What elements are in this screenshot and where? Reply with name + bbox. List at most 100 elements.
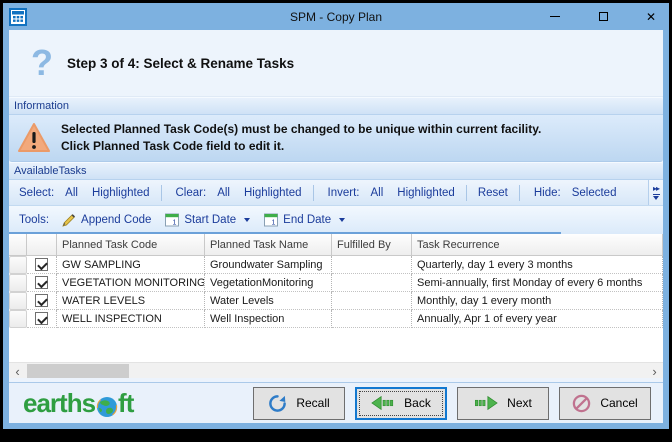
row-checkbox-cell[interactable]: [27, 274, 57, 292]
scroll-left-icon[interactable]: ‹: [9, 363, 26, 379]
row-checkbox-cell[interactable]: [27, 292, 57, 310]
cell-planned-task-code[interactable]: WATER LEVELS: [57, 292, 205, 310]
checkbox-checked-icon[interactable]: [35, 258, 48, 271]
globe-icon: [96, 394, 118, 417]
toolbar-separator: [518, 184, 520, 201]
info-line-2: Click Planned Task Code field to edit it…: [61, 139, 285, 153]
dialog-content: ? Step 3 of 4: Select & Rename Tasks Inf…: [9, 30, 663, 423]
start-date-button[interactable]: 1 Start Date: [165, 213, 251, 227]
overflow-chevrons-icon: ▸▸: [652, 184, 660, 193]
checkbox-checked-icon[interactable]: [35, 312, 48, 325]
information-group-header: Information: [9, 97, 663, 115]
row-selector[interactable]: [9, 310, 27, 328]
invert-all-button[interactable]: All: [370, 187, 383, 199]
toolbar-overflow-button[interactable]: ▸▸: [648, 180, 663, 205]
pencil-edit-icon: [62, 213, 76, 227]
select-all-button[interactable]: All: [65, 187, 78, 199]
append-code-button[interactable]: Append Code: [62, 213, 151, 227]
overflow-dropdown-icon: [652, 194, 660, 200]
next-label: Next: [507, 396, 532, 410]
back-arrow-icon: [371, 395, 394, 411]
cell-fulfilled-by: [332, 274, 412, 292]
cancel-button[interactable]: Cancel: [559, 386, 651, 420]
table-header-row: Planned Task Code Planned Task Name Fulf…: [9, 234, 663, 256]
table-row: VEGETATION MONITORING VegetationMonitori…: [9, 274, 663, 292]
cancel-label: Cancel: [600, 396, 638, 410]
column-header-name[interactable]: Planned Task Name: [205, 234, 332, 256]
hide-selected-button[interactable]: Selected: [572, 187, 617, 199]
toolbar-separator: [160, 184, 162, 201]
clear-all-button[interactable]: All: [217, 187, 230, 199]
logo-text-left: earths: [23, 387, 96, 418]
next-button[interactable]: Next: [457, 386, 549, 420]
select-label: Select:: [19, 186, 55, 199]
information-group: Information Selected Planned Task Code(s…: [9, 97, 663, 162]
spm-copy-plan-window: SPM - Copy Plan ✕ ? Step 3 of 4: Select …: [3, 3, 669, 429]
checkbox-column-header: [27, 234, 57, 256]
back-button[interactable]: Back: [355, 386, 447, 420]
cell-task-recurrence: Semi-annually, first Monday of every 6 m…: [412, 274, 663, 292]
available-tasks-table: Planned Task Code Planned Task Name Fulf…: [9, 234, 663, 362]
cell-fulfilled-by: [332, 292, 412, 310]
clear-highlighted-button[interactable]: Highlighted: [244, 187, 302, 199]
column-header-recurrence[interactable]: Task Recurrence: [412, 234, 663, 256]
column-header-code[interactable]: Planned Task Code: [57, 234, 205, 256]
cancel-prohibition-icon: [573, 394, 591, 412]
scrollbar-thumb[interactable]: [27, 364, 129, 378]
title-bar: SPM - Copy Plan ✕: [3, 3, 669, 30]
column-header-fulfilled-by[interactable]: Fulfilled By: [332, 234, 412, 256]
checkbox-checked-icon[interactable]: [35, 294, 48, 307]
minimize-button[interactable]: [547, 9, 563, 25]
row-checkbox-cell[interactable]: [27, 256, 57, 274]
hide-label: Hide:: [533, 186, 561, 199]
row-selector[interactable]: [9, 274, 27, 292]
step-title: Step 3 of 4: Select & Rename Tasks: [67, 55, 295, 71]
tools-toolbar: Tools: Append Code 1 Start Date 1 End Da…: [9, 206, 663, 234]
calendar-date-icon: 1: [264, 213, 279, 227]
append-code-label: Append Code: [81, 214, 152, 226]
selection-toolbar: Select: All Highlighted Clear: All Highl…: [9, 180, 663, 206]
logo-text-right: ft: [118, 387, 134, 418]
end-date-label: End Date: [283, 214, 332, 226]
dropdown-arrow-icon: [339, 218, 346, 222]
start-date-label: Start Date: [184, 214, 237, 226]
row-checkbox-cell[interactable]: [27, 310, 57, 328]
cell-planned-task-name: Groundwater Sampling: [205, 256, 332, 274]
row-selector[interactable]: [9, 292, 27, 310]
recall-button[interactable]: Recall: [253, 386, 345, 420]
info-line-1: Selected Planned Task Code(s) must be ch…: [61, 122, 542, 136]
maximize-button[interactable]: [595, 9, 611, 25]
checkbox-checked-icon[interactable]: [35, 276, 48, 289]
cell-planned-task-code[interactable]: WELL INSPECTION: [57, 310, 205, 328]
earthsoft-logo: earths ft: [23, 387, 134, 419]
scroll-right-icon[interactable]: ›: [646, 363, 663, 379]
reset-button[interactable]: Reset: [478, 187, 508, 199]
available-tasks-group-header: AvailableTasks: [9, 162, 663, 180]
information-body: Selected Planned Task Code(s) must be ch…: [9, 115, 663, 162]
recall-label: Recall: [296, 396, 330, 410]
invert-label: Invert:: [327, 186, 360, 199]
svg-text:1: 1: [272, 220, 276, 227]
cell-task-recurrence: Quarterly, day 1 every 3 months: [412, 256, 663, 274]
close-button[interactable]: ✕: [643, 9, 659, 25]
warning-icon: [17, 122, 51, 154]
row-selector[interactable]: [9, 256, 27, 274]
cell-planned-task-name: VegetationMonitoring: [205, 274, 332, 292]
help-question-icon: ?: [31, 42, 53, 83]
next-arrow-icon: [475, 395, 498, 411]
horizontal-scrollbar[interactable]: ‹ ›: [9, 362, 663, 379]
footer-bar: earths ft Recall Back Next Cancel: [9, 382, 663, 423]
tools-label: Tools:: [19, 214, 50, 226]
invert-highlighted-button[interactable]: Highlighted: [397, 187, 455, 199]
toolbar-separator: [465, 184, 467, 201]
cell-planned-task-code[interactable]: VEGETATION MONITORING: [57, 274, 205, 292]
cell-task-recurrence: Monthly, day 1 every month: [412, 292, 663, 310]
cell-task-recurrence: Annually, Apr 1 of every year: [412, 310, 663, 328]
available-tasks-group: AvailableTasks Select: All Highlighted C…: [9, 162, 663, 379]
select-highlighted-button[interactable]: Highlighted: [92, 187, 150, 199]
cell-fulfilled-by: [332, 310, 412, 328]
minimize-icon: [550, 16, 560, 17]
end-date-button[interactable]: 1 End Date: [264, 213, 346, 227]
table-row: GW SAMPLING Groundwater Sampling Quarter…: [9, 256, 663, 274]
cell-planned-task-code[interactable]: GW SAMPLING: [57, 256, 205, 274]
